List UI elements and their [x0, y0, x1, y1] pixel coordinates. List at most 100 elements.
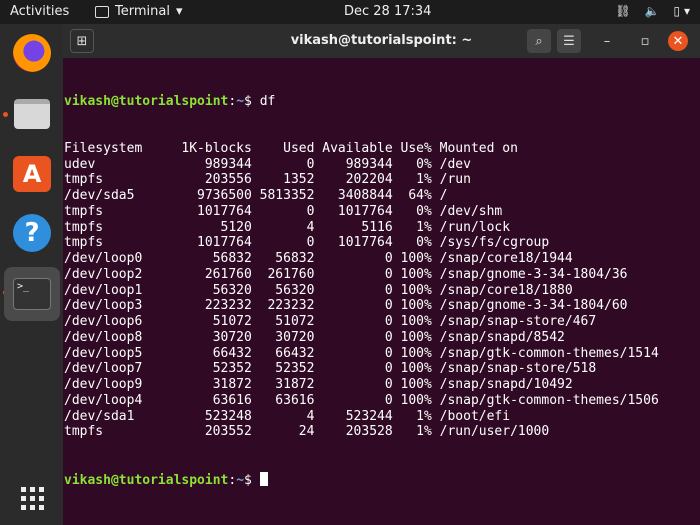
table-row: /dev/sda1 523248 4 523244 1% /boot/efi [64, 409, 659, 425]
cell-available: 0 [384, 282, 393, 298]
cell-mounted-on: /snap/snapd/8542 [439, 329, 565, 345]
cell-available: 0 [384, 329, 393, 345]
cell-used: 5813352 [259, 188, 315, 203]
minimize-icon: – [603, 33, 611, 49]
cell-filesystem: /dev/loop1 [64, 282, 143, 298]
cell-mounted-on: /run/user/1000 [439, 424, 550, 440]
table-row: tmpfs 203556 1352 202204 1% /run [64, 172, 659, 188]
cell-use-percent: 100% [400, 282, 432, 298]
cell-filesystem: /dev/loop2 [64, 266, 143, 282]
cell-used: 31872 [275, 377, 315, 392]
cell-filesystem: tmpfs [64, 424, 104, 440]
grid-icon [20, 486, 44, 510]
cell-filesystem: tmpfs [64, 235, 104, 251]
cell-available: 989344 [345, 156, 393, 172]
cell-available: 202204 [345, 172, 393, 188]
cell-mounted-on: /dev [439, 156, 471, 172]
cell-blocks: 523248 [204, 408, 252, 424]
cell-blocks: 203556 [204, 172, 252, 188]
search-icon: ⌕ [535, 33, 543, 49]
cell-used: 0 [306, 235, 315, 251]
table-row: /dev/loop7 52352 52352 0 100% /snap/snap-stor… [64, 361, 659, 377]
maximize-button[interactable]: ▫ [633, 29, 657, 53]
table-row: tmpfs 1017764 0 1017764 0% /dev/shm [64, 204, 659, 220]
cell-available: 0 [384, 345, 393, 361]
cell-blocks: 56320 [212, 282, 252, 298]
app-menu[interactable]: Terminal ▾ [95, 4, 182, 19]
cell-use-percent: 100% [400, 345, 432, 361]
close-icon: ✕ [672, 33, 684, 49]
cell-used: 56832 [275, 251, 315, 266]
cell-mounted-on: / [439, 188, 448, 203]
table-header: Filesystem 1K-blocks Used Available Use% Moun… [64, 141, 659, 157]
title-bar[interactable]: ⊞ vikash@tutorialspoint: ~ ⌕ ☰ – ▫ ✕ [63, 24, 700, 58]
cell-filesystem: /dev/loop6 [64, 314, 143, 329]
cell-available: 0 [384, 377, 393, 392]
cell-mounted-on: /snap/snap-store/467 [439, 314, 597, 329]
caret-down-icon: ▾ [175, 4, 183, 19]
table-row: /dev/sda5 9736500 5813352 3408844 64% / [64, 188, 659, 204]
cell-available: 0 [384, 361, 393, 377]
cell-blocks: 1017764 [197, 203, 252, 219]
cell-use-percent: 1% [416, 219, 432, 235]
table-row: /dev/loop3 223232 223232 0 100% /snap/gnome-3… [64, 298, 659, 314]
cell-available: 0 [384, 266, 393, 282]
cell-used: 30720 [275, 329, 315, 345]
close-button[interactable]: ✕ [668, 31, 688, 51]
activities-button[interactable]: Activities [10, 4, 69, 19]
cell-filesystem: /dev/loop3 [64, 298, 143, 314]
cell-available: 0 [384, 251, 393, 266]
terminal-output[interactable]: vikash@tutorialspoint:~$ df Filesystem 1K… [64, 62, 659, 519]
dock-files[interactable] [10, 92, 54, 136]
cell-blocks: 66432 [212, 345, 252, 361]
cell-blocks: 63616 [212, 392, 252, 408]
minimize-button[interactable]: – [595, 29, 619, 53]
cell-use-percent: 100% [400, 329, 432, 345]
cell-mounted-on: /boot/efi [439, 408, 511, 424]
show-applications-button[interactable] [10, 476, 54, 520]
cursor [259, 471, 268, 486]
table-row: /dev/loop2 261760 261760 0 100% /snap/gnome-3… [64, 267, 659, 283]
cell-available: 523244 [345, 408, 393, 424]
table-row: /dev/loop6 51072 51072 0 100% /snap/snap-stor… [64, 314, 659, 330]
cell-blocks: 30720 [212, 329, 252, 345]
search-button[interactable]: ⌕ [527, 29, 551, 53]
cell-use-percent: 0% [416, 203, 432, 219]
cell-mounted-on: /snap/gtk-common-themes/1506 [439, 392, 659, 408]
prompt-line: vikash@tutorialspoint:~$ [64, 471, 659, 488]
cell-use-percent: 1% [416, 172, 432, 188]
cell-use-percent: 1% [416, 408, 432, 424]
cell-filesystem: /dev/loop5 [64, 345, 143, 361]
table-row: tmpfs 203552 24 203528 1% /run/user/1000 [64, 424, 659, 440]
header-use-percent: Use% [400, 140, 432, 156]
firefox-icon [13, 34, 51, 72]
cell-available: 1017764 [337, 203, 393, 219]
cell-use-percent: 64% [408, 188, 432, 203]
cell-blocks: 51072 [212, 314, 252, 329]
menu-button[interactable]: ☰ [557, 29, 581, 53]
dock-help[interactable]: ? [10, 211, 54, 255]
cell-blocks: 9736500 [197, 188, 252, 203]
cell-blocks: 56832 [212, 251, 252, 266]
cell-mounted-on: /dev/shm [439, 203, 503, 219]
cell-blocks: 261760 [204, 266, 252, 282]
system-tray[interactable]: ⛓ 🔈 ▯ ▾ [615, 4, 690, 18]
dock-firefox[interactable] [10, 31, 54, 75]
help-icon: ? [13, 214, 51, 252]
cell-use-percent: 100% [400, 314, 432, 329]
table-row: /dev/loop9 31872 31872 0 100% /snap/snapd/104… [64, 377, 659, 393]
cell-filesystem: /dev/loop4 [64, 392, 143, 408]
dock-software[interactable]: A [10, 152, 54, 196]
cell-filesystem: /dev/loop7 [64, 361, 143, 377]
command: df [259, 93, 276, 109]
table-row: tmpfs 1017764 0 1017764 0% /sys/fs/cgroup [64, 235, 659, 251]
cell-blocks: 989344 [204, 156, 252, 172]
app-menu-label: Terminal [115, 4, 170, 19]
dock-terminal[interactable]: >_ [4, 267, 60, 321]
cell-mounted-on: /snap/gtk-common-themes/1514 [439, 345, 659, 361]
cell-mounted-on: /snap/snap-store/518 [439, 361, 597, 377]
clock[interactable]: Dec 28 17:34 [344, 4, 431, 19]
cell-used: 63616 [275, 392, 315, 408]
cell-blocks: 203552 [204, 424, 252, 440]
cell-filesystem: tmpfs [64, 219, 104, 235]
